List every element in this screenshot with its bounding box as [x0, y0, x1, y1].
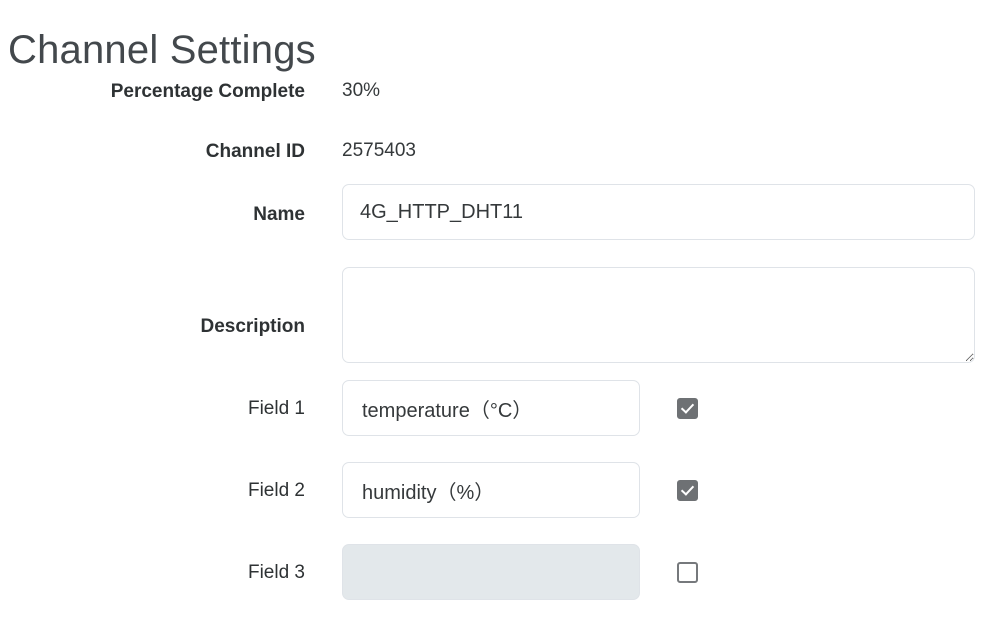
channel-settings-form: Percentage Complete 30% Channel ID 25754… — [0, 63, 1002, 626]
field-3-label: Field 3 — [247, 562, 305, 583]
field-3-row: Field 3 — [0, 544, 1002, 626]
field-1-label: Field 1 — [247, 398, 305, 419]
field-1-input[interactable] — [342, 380, 640, 436]
field-1-row: Field 1 — [0, 380, 1002, 462]
name-input-cell — [305, 184, 1002, 240]
percentage-complete-value: 30% — [342, 80, 381, 101]
field-2-cell — [305, 462, 1002, 518]
percentage-complete-row: Percentage Complete 30% — [0, 63, 1002, 123]
description-label: Description — [200, 316, 305, 337]
description-input-cell — [305, 267, 1002, 363]
field-3-cell — [305, 544, 1002, 600]
field-2-row: Field 2 — [0, 462, 1002, 544]
percentage-complete-label: Percentage Complete — [110, 81, 305, 102]
field-1-checkbox[interactable] — [677, 397, 698, 419]
field-2-label: Field 2 — [247, 480, 305, 501]
field-1-cell — [305, 380, 1002, 436]
name-row: Name — [0, 184, 1002, 267]
field-2-controls — [342, 462, 1002, 518]
channel-id-value: 2575403 — [342, 140, 416, 161]
channel-id-value-cell: 2575403 — [305, 123, 1002, 161]
channel-id-row: Channel ID 2575403 — [0, 123, 1002, 184]
channel-id-label: Channel ID — [205, 141, 305, 162]
field-2-input[interactable] — [342, 462, 640, 518]
field-3-controls — [342, 544, 1002, 600]
field-3-checkbox[interactable] — [677, 561, 698, 583]
name-label: Name — [253, 204, 305, 225]
field-1-controls — [342, 380, 1002, 436]
field-2-checkbox[interactable] — [677, 479, 698, 501]
description-textarea[interactable] — [342, 267, 975, 363]
percentage-complete-value-cell: 30% — [305, 63, 1002, 101]
name-input[interactable] — [342, 184, 975, 240]
field-3-input[interactable] — [342, 544, 640, 600]
description-row: Description — [0, 267, 1002, 380]
